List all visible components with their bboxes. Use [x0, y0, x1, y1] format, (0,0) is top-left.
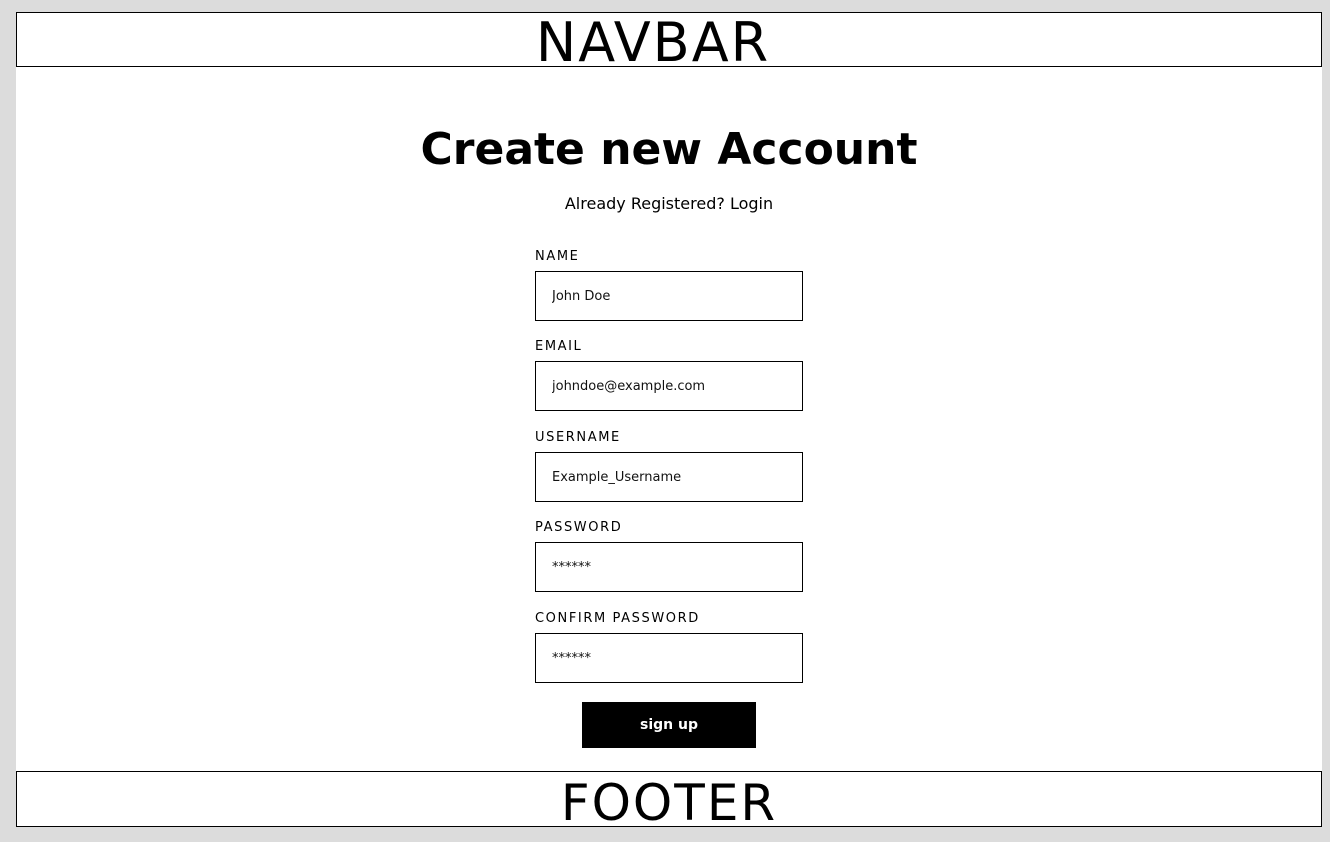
name-label: NAME: [535, 249, 580, 264]
username-field-group: USERNAME: [535, 430, 803, 502]
email-label: EMAIL: [535, 339, 583, 354]
navbar: NAVBAR: [16, 10, 1322, 74]
signup-form: NAME EMAIL USERNAME PASSWORD CONFIRM PAS…: [535, 249, 803, 683]
login-link[interactable]: Login: [730, 194, 773, 213]
password-label: PASSWORD: [535, 520, 623, 535]
page-title: Create new Account: [420, 124, 918, 175]
username-label: USERNAME: [535, 430, 621, 445]
username-input[interactable]: [535, 452, 803, 502]
footer-label: FOOTER: [560, 774, 778, 832]
name-input[interactable]: [535, 271, 803, 321]
email-input[interactable]: [535, 361, 803, 411]
password-input[interactable]: [535, 542, 803, 592]
confirm-password-label: CONFIRM PASSWORD: [535, 611, 700, 626]
name-field-group: NAME: [535, 249, 803, 321]
login-prompt-text: Already Registered?: [564, 194, 725, 213]
password-field-group: PASSWORD: [535, 520, 803, 592]
email-field-group: EMAIL: [535, 339, 803, 411]
confirm-password-field-group: CONFIRM PASSWORD: [535, 611, 803, 683]
page-container: NAVBAR Create new Account Already Regist…: [16, 10, 1322, 832]
login-prompt: Already Registered? Login: [16, 194, 1322, 213]
footer: FOOTER: [16, 771, 1322, 832]
confirm-password-input[interactable]: [535, 633, 803, 683]
navbar-label: NAVBAR: [535, 10, 771, 74]
sign-up-button[interactable]: sign up: [582, 702, 756, 748]
